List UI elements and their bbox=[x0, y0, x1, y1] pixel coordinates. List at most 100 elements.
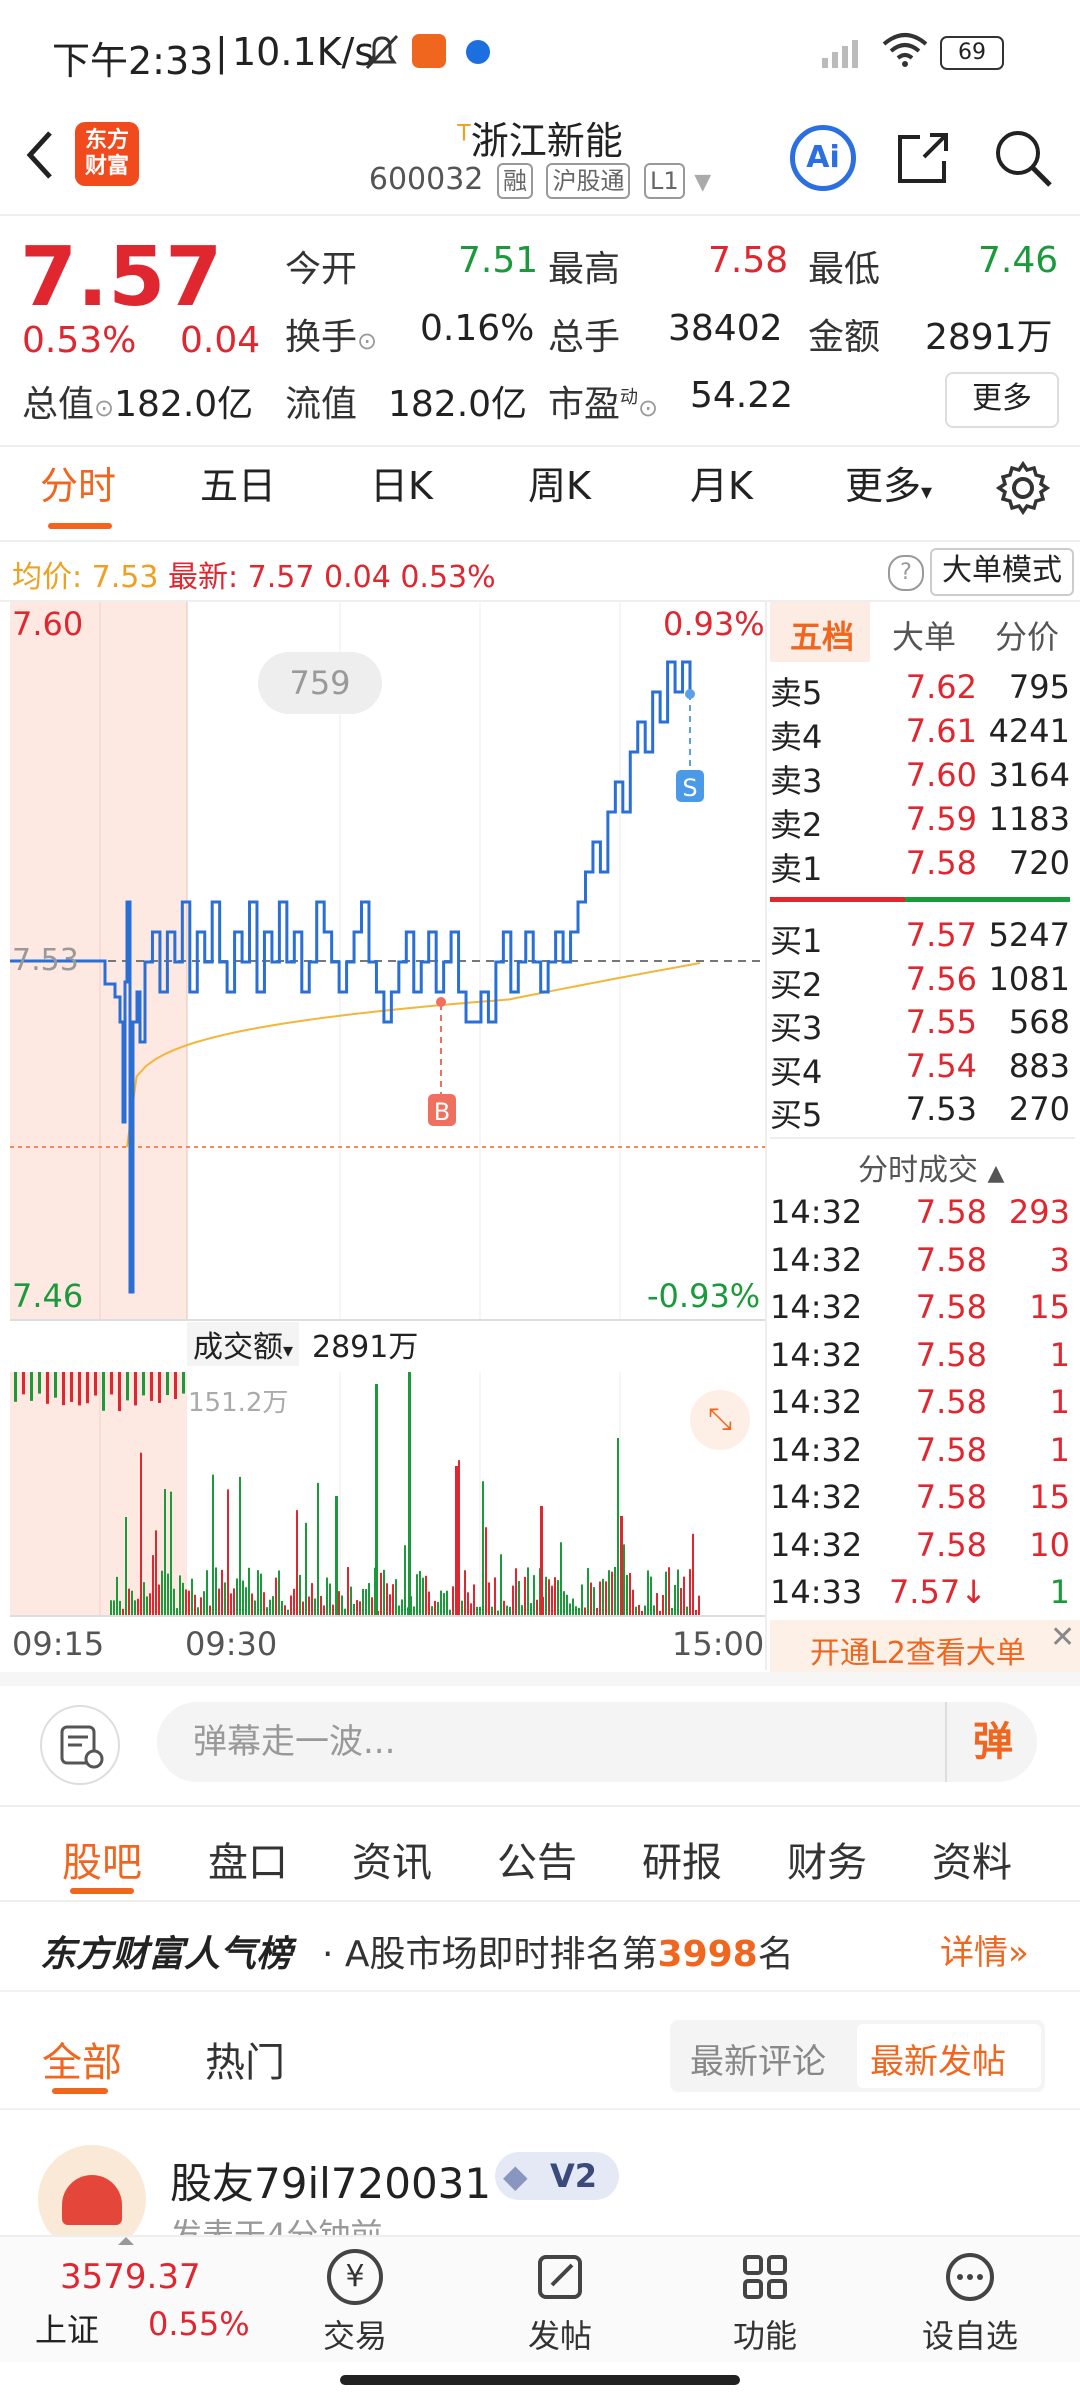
tab-big-orders[interactable]: 大单 bbox=[892, 612, 956, 658]
pct-bot-label: -0.93% bbox=[647, 1277, 761, 1315]
chat-list-icon[interactable] bbox=[40, 1705, 120, 1785]
nav-add-watchlist[interactable]: 设自选 bbox=[920, 2249, 1020, 2357]
bid-row[interactable]: 买3 7.55 568 bbox=[770, 1003, 1075, 1047]
rank-detail-link[interactable]: 详情» bbox=[940, 1925, 1029, 1974]
help-icon[interactable]: ? bbox=[888, 555, 924, 591]
volume-bar bbox=[683, 1576, 685, 1616]
float-value: 182.0亿 bbox=[388, 384, 528, 425]
trade-row[interactable]: 14:32 7.58 15 bbox=[770, 1288, 1075, 1332]
intraday-chart[interactable]: 759 B S bbox=[10, 602, 765, 1327]
volume-bar bbox=[191, 1578, 193, 1616]
volume-bar bbox=[134, 1372, 137, 1406]
volume-bar bbox=[86, 1372, 89, 1404]
close-icon[interactable]: ✕ bbox=[1050, 1620, 1075, 1655]
volume-bar bbox=[608, 1570, 610, 1616]
tab-pankou[interactable]: 盘口 bbox=[208, 1830, 288, 1888]
nav-trade[interactable]: ¥ 交易 bbox=[305, 2249, 405, 2357]
bid-row[interactable]: 买5 7.53 270 bbox=[770, 1090, 1075, 1134]
tab-daily-k[interactable]: 日K bbox=[370, 455, 433, 510]
expand-icon[interactable]: ⤡ bbox=[690, 1390, 750, 1450]
sort-latest-comment[interactable]: 最新评论 bbox=[690, 2034, 826, 2083]
tab-weekly-k[interactable]: 周K bbox=[528, 455, 591, 510]
rank-text-post: 名 bbox=[757, 1934, 794, 1975]
volume-bar bbox=[137, 1598, 139, 1616]
trade-row[interactable]: 14:33 7.57↓ 1 bbox=[770, 1573, 1075, 1617]
level-text: V2 bbox=[549, 2157, 597, 2195]
ask-row[interactable]: 卖2 7.59 1183 bbox=[770, 800, 1075, 844]
trade-row[interactable]: 14:32 7.58 1 bbox=[770, 1431, 1075, 1475]
danmu-button[interactable]: 弹 bbox=[945, 1702, 1039, 1782]
tab-five-levels[interactable]: 五档 bbox=[790, 612, 854, 658]
nav-functions[interactable]: 功能 bbox=[715, 2249, 815, 2357]
gear-icon[interactable] bbox=[995, 460, 1051, 516]
market-cap[interactable]: 总值⊙182.0亿 bbox=[22, 375, 253, 427]
feed-tab-hot[interactable]: 热门 bbox=[205, 2030, 285, 2088]
volume-bar bbox=[299, 1574, 301, 1616]
l2-banner[interactable]: 开通L2查看大单 ✕ bbox=[770, 1620, 1080, 1672]
index-value[interactable]: 3579.37 bbox=[60, 2257, 201, 2297]
pe-label[interactable]: 市盈动⊙ bbox=[548, 375, 658, 427]
tab-finance[interactable]: 财务 bbox=[787, 1830, 867, 1888]
tab-news[interactable]: 资讯 bbox=[352, 1830, 432, 1888]
volume-bar bbox=[275, 1577, 277, 1616]
bid-vol: 1081 bbox=[988, 959, 1070, 998]
trade-vol: 1 bbox=[1049, 1573, 1070, 1611]
tab-research[interactable]: 研报 bbox=[642, 1830, 722, 1888]
index-name[interactable]: 上证 bbox=[35, 2305, 99, 2351]
trade-time: 14:32 bbox=[770, 1383, 863, 1421]
bid-row[interactable]: 买2 7.56 1081 bbox=[770, 960, 1075, 1004]
bid-price: 7.55 bbox=[905, 1003, 977, 1041]
ask-row[interactable]: 卖4 7.61 4241 bbox=[770, 712, 1075, 756]
ask-row[interactable]: 卖1 7.58 720 bbox=[770, 844, 1075, 888]
volume-bar bbox=[578, 1607, 580, 1616]
tab-intraday[interactable]: 分时 bbox=[40, 455, 116, 510]
ask-row[interactable]: 卖5 7.62 795 bbox=[770, 668, 1075, 712]
sort-latest-post[interactable]: 最新发帖 bbox=[870, 2034, 1006, 2083]
vol-selector[interactable]: 成交额▾ bbox=[187, 1322, 300, 1366]
nav-post[interactable]: 发帖 bbox=[510, 2249, 610, 2357]
index-pct[interactable]: 0.55% bbox=[148, 2305, 250, 2343]
danmu-input[interactable]: 弹幕走一波... bbox=[157, 1702, 1037, 1782]
trade-row[interactable]: 14:32 7.58 293 bbox=[770, 1193, 1075, 1237]
tag-hgt: 沪股通 bbox=[546, 163, 631, 199]
bid-row[interactable]: 买1 7.57 5247 bbox=[770, 916, 1075, 960]
trade-row[interactable]: 14:32 7.58 1 bbox=[770, 1383, 1075, 1427]
feed-tab-all[interactable]: 全部 bbox=[42, 2030, 122, 2088]
ai-icon[interactable]: Ai bbox=[790, 125, 856, 191]
tab-announcement[interactable]: 公告 bbox=[497, 1830, 577, 1888]
volume-bar bbox=[242, 1580, 244, 1616]
trades-title[interactable]: 分时成交 ▲ bbox=[858, 1145, 1004, 1189]
trade-row[interactable]: 14:32 7.58 1 bbox=[770, 1336, 1075, 1380]
turnover-label[interactable]: 换手⊙ bbox=[285, 308, 377, 360]
volume-bar bbox=[126, 1372, 129, 1401]
tab-price-dist[interactable]: 分价 bbox=[995, 612, 1059, 658]
volume-bar bbox=[110, 1372, 113, 1395]
low-value: 7.46 bbox=[978, 240, 1059, 281]
volume-bar bbox=[533, 1575, 535, 1616]
post-username[interactable]: 股友79il720031 bbox=[170, 2150, 491, 2211]
volume-bar bbox=[365, 1589, 367, 1616]
tab-5day[interactable]: 五日 bbox=[200, 455, 276, 510]
trade-row[interactable]: 14:32 7.58 15 bbox=[770, 1478, 1075, 1522]
trade-row[interactable]: 14:32 7.58 3 bbox=[770, 1241, 1075, 1285]
ask-row[interactable]: 卖3 7.60 3164 bbox=[770, 756, 1075, 800]
big-order-mode-button[interactable]: 大单模式 bbox=[930, 548, 1074, 596]
volume-bar bbox=[422, 1577, 424, 1616]
volume-bar bbox=[197, 1607, 199, 1616]
search-icon[interactable] bbox=[990, 125, 1056, 191]
volume-chart[interactable] bbox=[10, 1372, 765, 1617]
more-dots-icon bbox=[946, 2253, 994, 2301]
chevron-down-icon: ▾ bbox=[921, 480, 933, 505]
tab-guba[interactable]: 股吧 bbox=[62, 1830, 142, 1888]
bid-row[interactable]: 买4 7.54 883 bbox=[770, 1047, 1075, 1091]
bid-vol: 5247 bbox=[988, 916, 1070, 954]
more-button[interactable]: 更多 bbox=[945, 372, 1059, 428]
tab-more[interactable]: 更多▾ bbox=[845, 455, 932, 510]
share-icon[interactable] bbox=[890, 125, 956, 191]
trade-row[interactable]: 14:32 7.58 10 bbox=[770, 1526, 1075, 1570]
tab-profile[interactable]: 资料 bbox=[932, 1830, 1012, 1888]
volume-bar bbox=[350, 1586, 352, 1616]
tab-monthly-k[interactable]: 月K bbox=[690, 455, 753, 510]
rank-title: 东方财富人气榜 bbox=[40, 1934, 293, 1975]
rank-detail-text: 详情 bbox=[940, 1933, 1008, 1973]
